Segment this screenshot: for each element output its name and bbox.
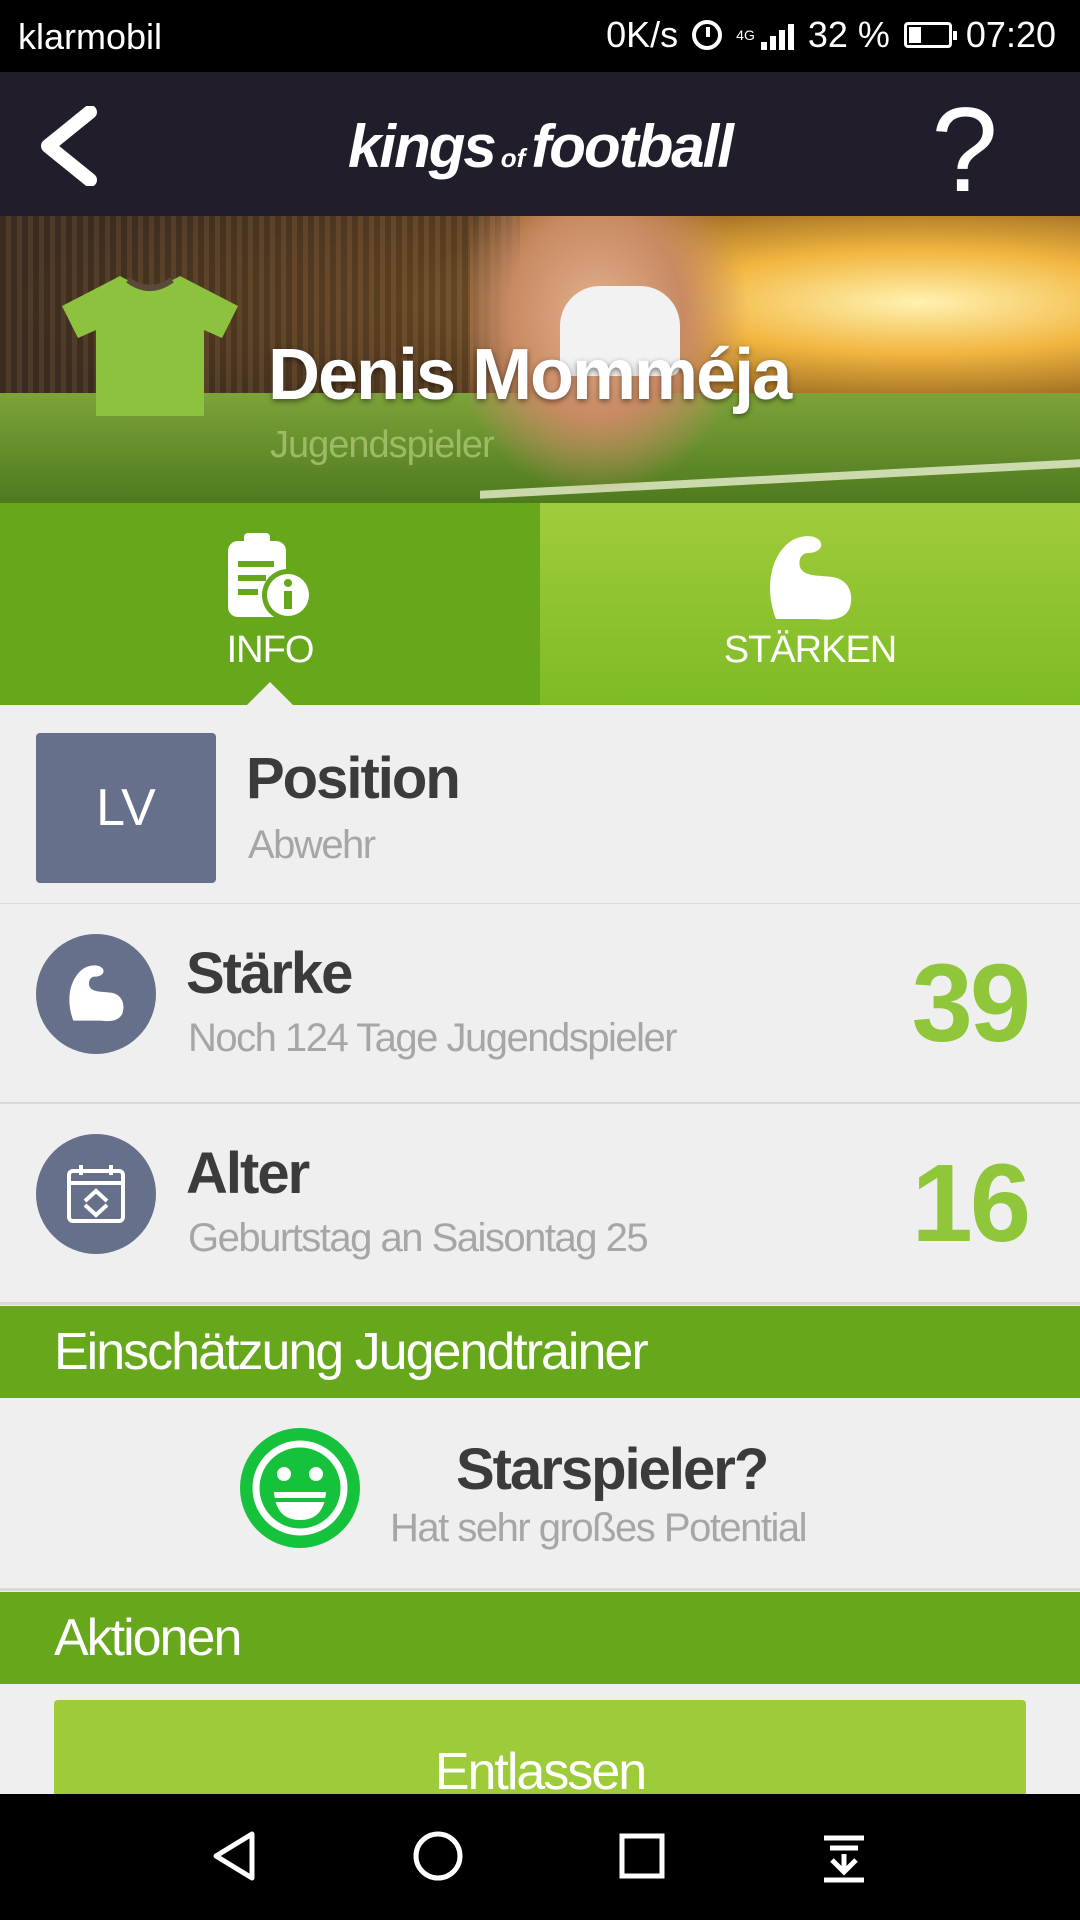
system-nav-bar: [0, 1794, 1080, 1920]
tab-info[interactable]: INFO: [0, 503, 540, 705]
assessment-section-title: Einschätzung Jugendtrainer: [54, 1323, 649, 1381]
strength-value: 39: [911, 942, 1031, 1065]
actions-section-title: Aktionen: [54, 1609, 242, 1667]
age-icon-circle: [36, 1134, 156, 1254]
flexed-biceps-icon: [69, 965, 124, 1022]
player-role: Jugendspieler: [270, 424, 495, 466]
active-tab-indicator: [246, 682, 294, 706]
nav-home-icon[interactable]: [406, 1824, 470, 1888]
position-subtitle: Abwehr: [248, 823, 376, 867]
position-code-badge: LV: [36, 733, 216, 883]
strength-row: Stärke Noch 124 Tage Jugendspieler 39: [0, 904, 1080, 1105]
nav-notifications-icon[interactable]: [812, 1824, 876, 1888]
clock: 07:20: [965, 14, 1056, 55]
assessment-section-header: Einschätzung Jugendtrainer: [0, 1306, 1080, 1398]
nav-back-icon[interactable]: [204, 1824, 268, 1888]
smiley-icon: [240, 1428, 360, 1548]
jersey-icon: [62, 276, 238, 416]
status-bar: klarmobil 0K/s 4G 32 % 07:20: [0, 0, 1080, 72]
status-bar-right: 0K/s 4G 32 % 07:20: [606, 14, 1056, 56]
assessment-title: Starspieler?: [456, 1437, 769, 1502]
app-header: kings of football ?: [0, 72, 1080, 216]
battery-percent: 32 %: [807, 14, 890, 55]
battery-icon: [903, 22, 957, 48]
net-speed: 0K/s: [606, 14, 679, 55]
strength-icon-circle: [36, 934, 156, 1054]
assessment-row: Starspieler? Hat sehr großes Potential: [0, 1398, 1080, 1591]
assessment-subtitle: Hat sehr großes Potential: [390, 1506, 808, 1550]
network-type: 4G: [736, 27, 755, 43]
signal-icon: [760, 20, 794, 50]
nav-recents-icon[interactable]: [610, 1824, 674, 1888]
tab-staerken[interactable]: STÄRKEN: [540, 503, 1080, 705]
strength-subtitle: Noch 124 Tage Jugendspieler: [188, 1016, 678, 1060]
app-logo: kings of football: [0, 112, 1080, 181]
tab-bar: INFO STÄRKEN: [0, 503, 1080, 705]
alarm-icon: [692, 20, 723, 50]
dismiss-player-button-label: Entlassen: [434, 1743, 647, 1801]
help-button[interactable]: ?: [931, 90, 998, 210]
age-row: Alter Geburtstag an Saisontag 25 16: [0, 1104, 1080, 1305]
calendar-icon: [67, 1165, 125, 1223]
logo-text-of: of: [500, 143, 526, 173]
position-row: LV Position Abwehr: [0, 705, 1080, 906]
flexed-biceps-icon: [770, 536, 852, 620]
strength-title: Stärke: [186, 941, 353, 1006]
position-title: Position: [246, 746, 461, 811]
carrier-name: klarmobil: [18, 16, 163, 57]
logo-text-football: football: [531, 113, 734, 180]
age-subtitle: Geburtstag an Saisontag 25: [188, 1216, 649, 1260]
age-value: 16: [911, 1142, 1031, 1265]
player-hero-banner: Denis Momméja Jugendspieler: [0, 216, 1080, 503]
info-document-icon: [228, 533, 314, 621]
tab-info-label: INFO: [226, 629, 315, 671]
tab-staerken-label: STÄRKEN: [723, 629, 897, 671]
age-title: Alter: [186, 1141, 310, 1206]
player-name: Denis Momméja: [268, 335, 792, 415]
actions-section-header: Aktionen: [0, 1592, 1080, 1684]
logo-text-kings: kings: [348, 113, 497, 180]
